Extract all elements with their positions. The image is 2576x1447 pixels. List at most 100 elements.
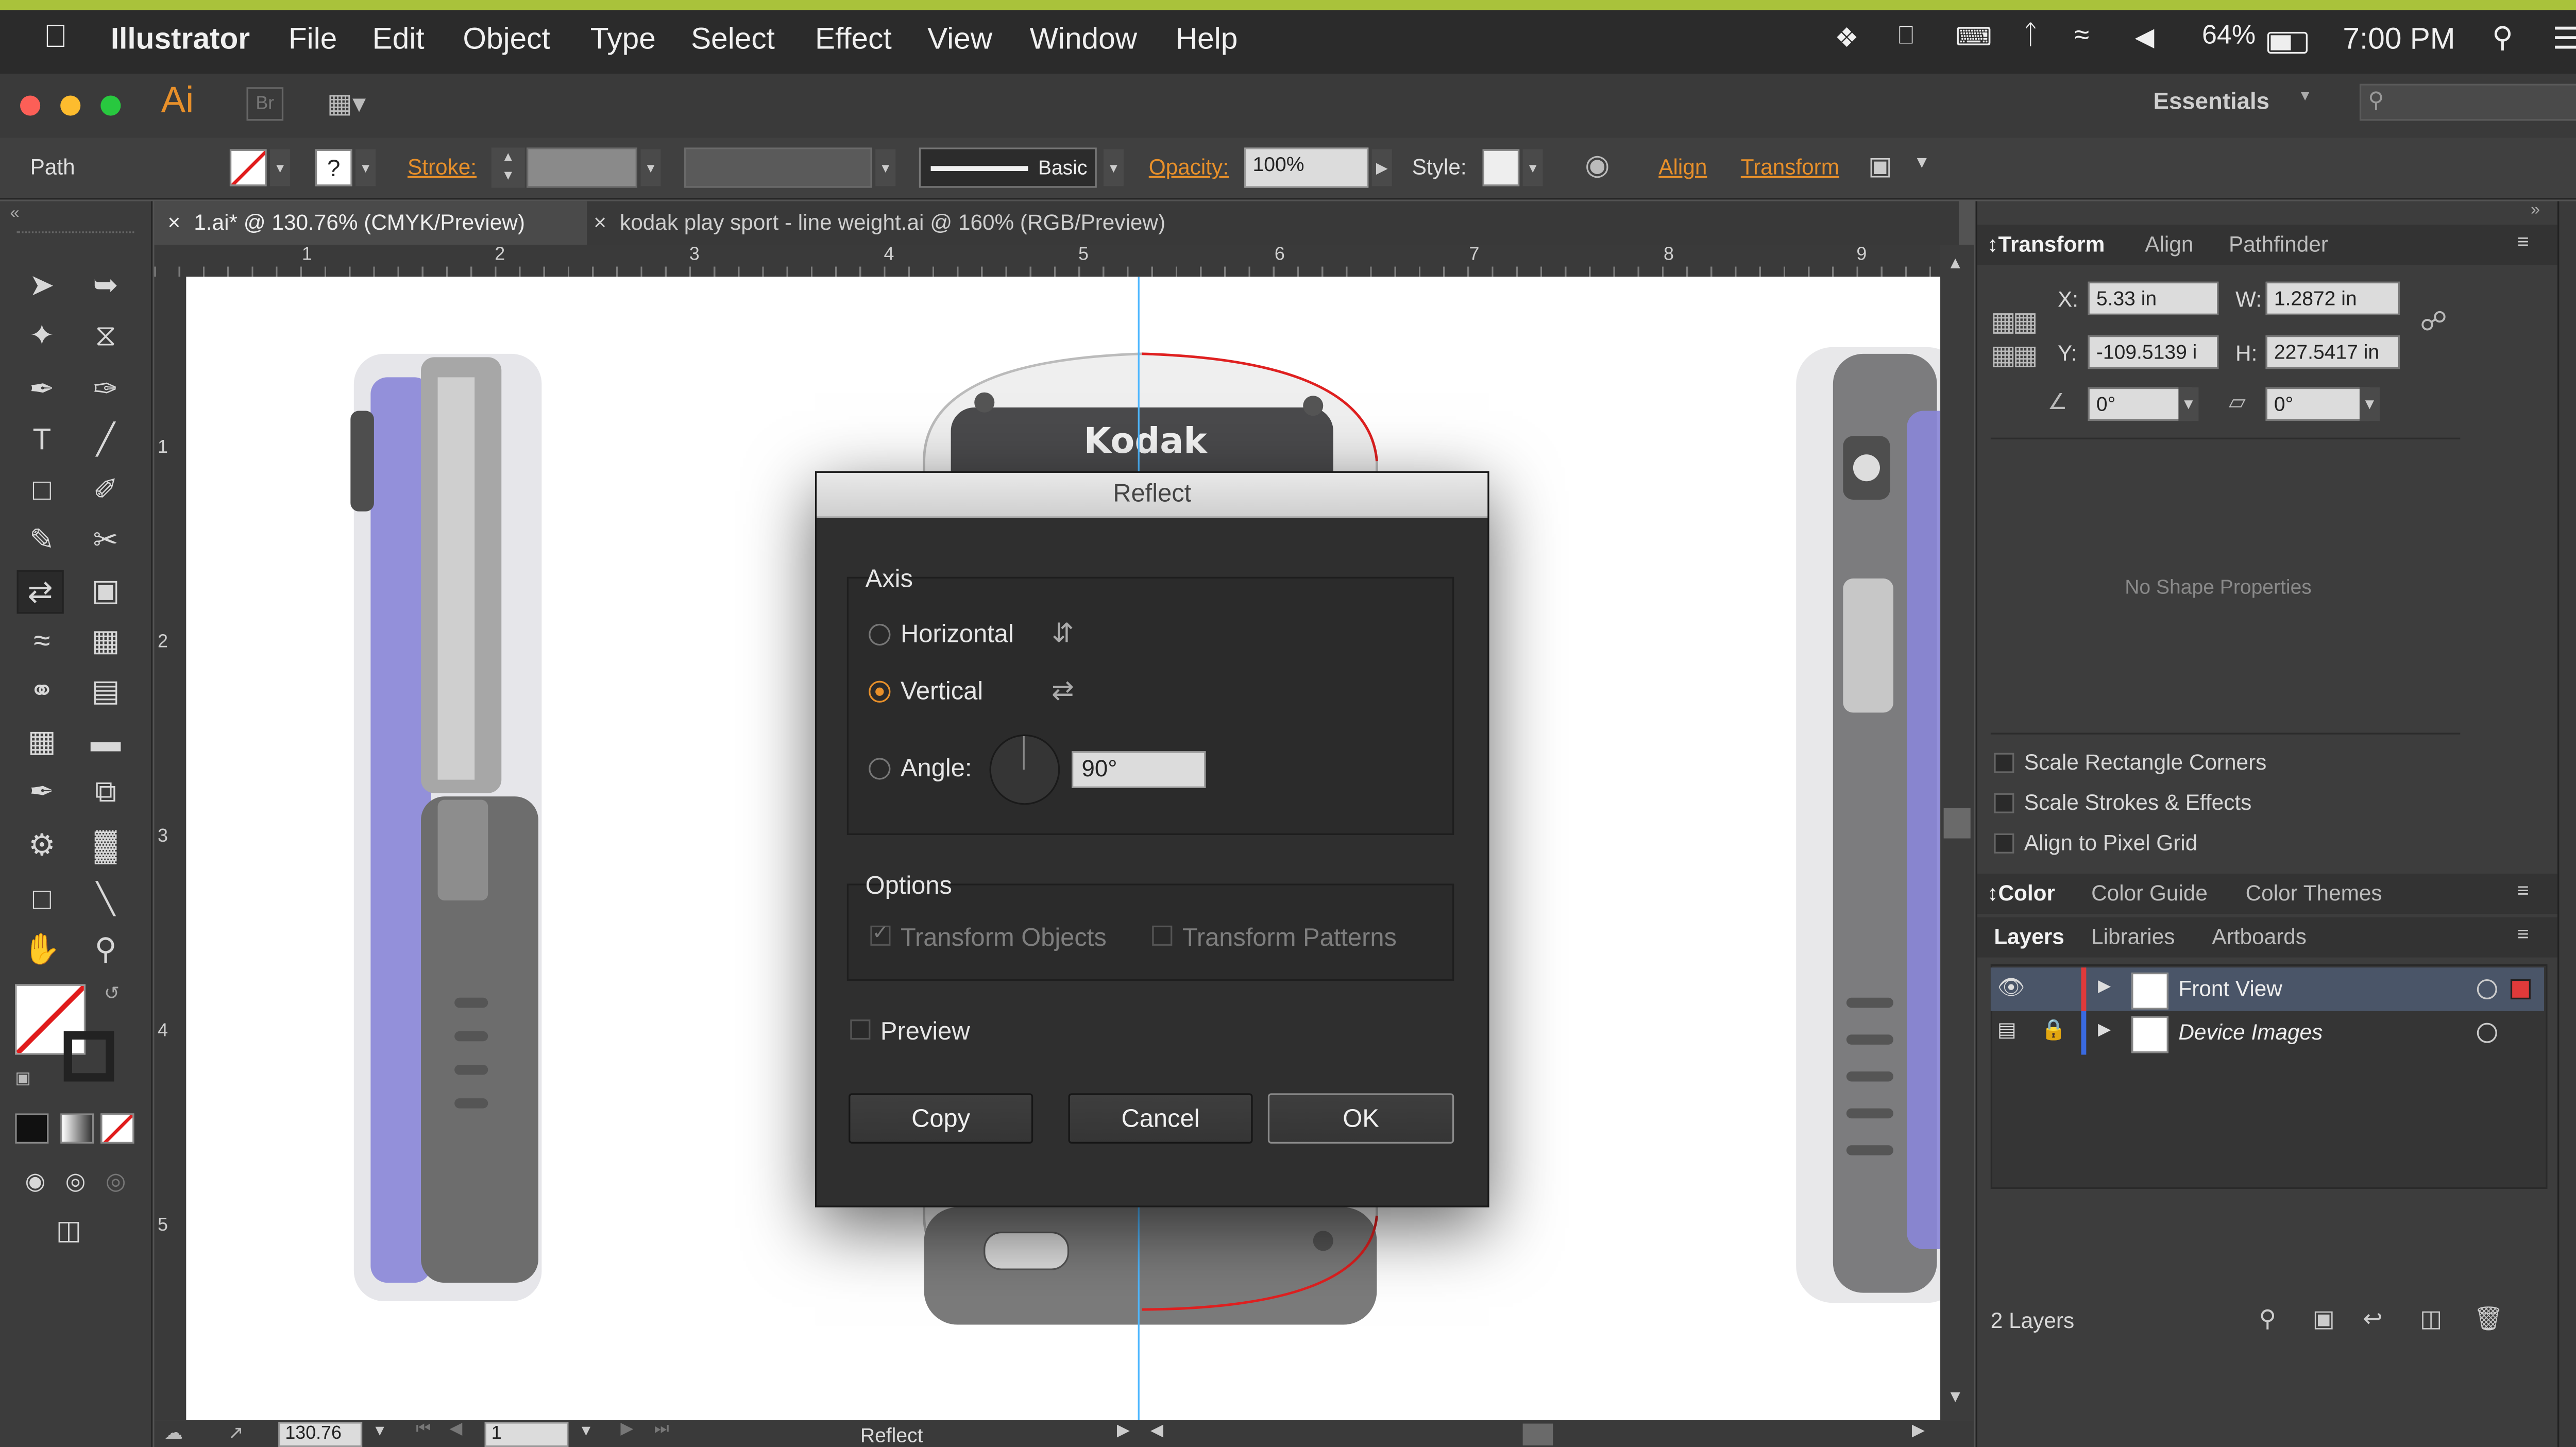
preview-label[interactable]: Preview — [880, 1018, 970, 1046]
menu-object[interactable]: Object — [463, 22, 550, 57]
preview-checkbox[interactable] — [850, 1019, 871, 1040]
angle-radio[interactable] — [869, 758, 891, 780]
style-dropdown-icon[interactable]: ▾ — [1522, 149, 1543, 186]
target-icon[interactable] — [2477, 979, 2497, 1000]
draw-inside-icon[interactable]: ◎ — [94, 1161, 138, 1201]
vertical-scrollbar[interactable]: ▲ ▼ — [1940, 245, 1974, 1421]
screen-mode-icon[interactable]: ◫ — [47, 1212, 91, 1252]
height-field[interactable]: 227.5417 in — [2265, 335, 2400, 369]
keyboard-icon[interactable]: ⌨ — [1955, 22, 1991, 52]
reference-point-icon[interactable]: ▦▦ ▦▦ — [1991, 305, 2038, 372]
constrain-proportions-icon[interactable]: ☍ — [2420, 305, 2447, 338]
menu-select[interactable]: Select — [691, 22, 775, 57]
lock-icon[interactable]: 🔒 — [2041, 1018, 2066, 1042]
first-artboard-icon[interactable]: ⏮ — [416, 1420, 431, 1439]
layers-panel-menu-icon[interactable]: ≡ — [2517, 922, 2529, 946]
swap-fill-stroke-icon[interactable]: ↺ — [104, 982, 120, 1005]
horizontal-scroll-thumb[interactable] — [1522, 1423, 1553, 1445]
expand-layer-icon[interactable]: ▶ — [2098, 978, 2111, 996]
tab-transform[interactable]: ↕Transform — [1987, 231, 2105, 257]
blend-tool-icon[interactable]: ⧉ — [84, 771, 128, 811]
visibility-eye-icon[interactable]: 👁 — [1997, 974, 2025, 1001]
transform-patterns-checkbox[interactable] — [1152, 925, 1173, 946]
wifi-icon[interactable]: ≈ — [2075, 22, 2090, 52]
scroll-thumb[interactable] — [1943, 808, 1971, 839]
target-icon[interactable] — [2477, 1023, 2497, 1043]
rotate-dropdown-icon[interactable]: ▼ — [2178, 387, 2199, 421]
magic-wand-tool-icon[interactable]: ✦ — [20, 315, 64, 355]
color-panel-menu-icon[interactable]: ≡ — [2517, 879, 2529, 903]
scale-strokes-effects-checkbox[interactable] — [1994, 793, 2014, 813]
scroll-left-icon[interactable]: ◀ — [1150, 1422, 1163, 1440]
scale-strokes-effects-label[interactable]: Scale Strokes & Effects — [2024, 790, 2251, 815]
align-to-pixel-grid-label[interactable]: Align to Pixel Grid — [2024, 830, 2197, 855]
next-artboard-icon[interactable]: ▶ — [620, 1420, 633, 1439]
brush-definition[interactable]: Basic — [919, 147, 1097, 188]
tab-libraries[interactable]: Libraries — [2091, 924, 2175, 949]
menu-effect[interactable]: Effect — [815, 22, 892, 57]
isolate-dropdown-icon[interactable]: ▼ — [1913, 154, 1930, 173]
rotate-field[interactable]: 0° — [2088, 387, 2192, 421]
color-mode-icon[interactable] — [15, 1113, 49, 1144]
workspace-switcher[interactable]: Essentials — [2154, 87, 2269, 114]
create-new-layer-icon[interactable]: ◫ — [2420, 1304, 2442, 1333]
fill-swatch[interactable] — [229, 149, 267, 186]
stroke-color-dropdown-icon[interactable]: ▾ — [355, 149, 376, 186]
opacity-label[interactable]: Opacity: — [1149, 154, 1229, 179]
draw-behind-icon[interactable]: ◎ — [54, 1161, 97, 1201]
curvature-tool-icon[interactable]: ✑ — [84, 369, 128, 409]
perspective-grid-tool-icon[interactable]: ▤ — [84, 671, 128, 711]
shear-dropdown-icon[interactable]: ▼ — [2359, 387, 2380, 421]
minimize-window-button[interactable] — [60, 95, 81, 116]
gradient-mode-icon[interactable] — [60, 1113, 94, 1144]
vertical-ruler[interactable]: 1 2 3 4 5 — [154, 277, 187, 1421]
variable-width-profile[interactable] — [684, 147, 872, 188]
share-icon[interactable]: ↗ — [228, 1422, 244, 1444]
battery-icon[interactable] — [2267, 31, 2308, 54]
fill-dropdown-icon[interactable]: ▾ — [270, 149, 291, 186]
menu-view[interactable]: View — [927, 22, 992, 57]
direct-selection-tool-icon[interactable]: ➥ — [84, 265, 128, 305]
spotlight-icon[interactable]: ⚲ — [2492, 22, 2513, 55]
angle-label[interactable]: Angle: — [901, 755, 972, 783]
default-fill-stroke-icon[interactable]: ▣ — [15, 1070, 31, 1088]
shape-builder-tool-icon[interactable]: ⚭ — [20, 671, 64, 711]
workspace-chevron-icon[interactable]: ▾ — [2301, 87, 2309, 106]
vertical-radio[interactable] — [869, 680, 891, 703]
expand-panels-icon[interactable]: » — [2531, 201, 2540, 220]
type-tool-icon[interactable]: T — [20, 419, 64, 459]
tab-align[interactable]: Align — [2145, 231, 2193, 257]
collapse-tools-icon[interactable]: « — [10, 205, 20, 223]
zoom-dropdown-icon[interactable]: ▼ — [372, 1422, 387, 1439]
horizontal-label[interactable]: Horizontal — [901, 620, 1014, 649]
make-clipping-mask-icon[interactable]: ▣ — [2313, 1304, 2335, 1333]
symbol-sprayer-tool-icon[interactable]: ⚙ — [20, 825, 64, 865]
search-field[interactable]: ⚲ — [2359, 83, 2576, 121]
status-menu-icon[interactable]: ▶ — [1117, 1422, 1130, 1440]
battery-percent[interactable]: 64% — [2202, 22, 2256, 52]
selection-indicator[interactable] — [2510, 979, 2531, 1000]
zoom-window-button[interactable] — [100, 95, 121, 116]
template-layer-icon[interactable]: ▤ — [1997, 1018, 2016, 1042]
ok-button[interactable]: OK — [1267, 1093, 1454, 1144]
artboard-dropdown-icon[interactable]: ▼ — [579, 1422, 594, 1439]
graphic-style-swatch[interactable] — [1482, 149, 1520, 186]
menu-help[interactable]: Help — [1176, 22, 1238, 57]
rectangle-tool-icon[interactable]: □ — [20, 469, 64, 509]
artboard-number-field[interactable]: 1 — [484, 1422, 569, 1447]
delete-layer-icon[interactable]: 🗑 — [2473, 1304, 2503, 1333]
pencil-tool-icon[interactable]: ✎ — [20, 520, 64, 560]
scroll-right-icon[interactable]: ▶ — [1912, 1422, 1925, 1440]
gradient-tool-icon[interactable]: ▬ — [84, 721, 128, 761]
horizontal-radio[interactable] — [869, 623, 891, 646]
stroke-weight-field[interactable] — [527, 147, 637, 188]
artboard-tool-icon[interactable]: □ — [20, 879, 64, 919]
slice-tool-icon[interactable]: ╲ — [84, 879, 128, 919]
horizontal-ruler[interactable]: 1 2 3 4 5 6 7 8 9 — [154, 245, 1942, 279]
width-tool-icon[interactable]: ≈ — [20, 620, 64, 660]
align-link[interactable]: Align — [1658, 154, 1707, 179]
bluetooth-icon[interactable]: ᛏ — [2023, 22, 2039, 52]
previous-artboard-icon[interactable]: ◀ — [449, 1420, 462, 1439]
transform-patterns-label[interactable]: Transform Patterns — [1182, 924, 1397, 952]
scissors-tool-icon[interactable]: ✂ — [84, 520, 128, 560]
